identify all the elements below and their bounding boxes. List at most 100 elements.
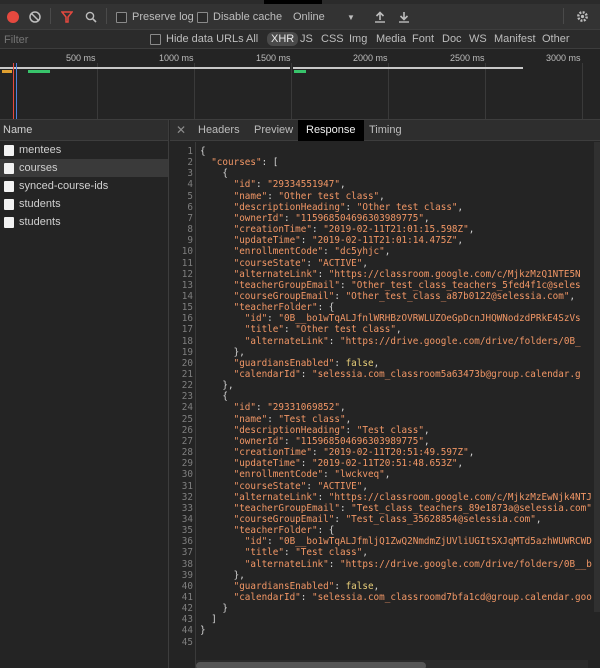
filter-type-manifest[interactable]: Manifest [494, 33, 536, 45]
line-number: 22 [181, 380, 193, 392]
filter-type-img[interactable]: Img [349, 33, 367, 45]
line-number: 32 [181, 491, 193, 503]
hide-data-urls-checkbox[interactable]: Hide data URLs [150, 33, 244, 45]
request-name: mentees [19, 144, 62, 156]
preserve-log-label: Preserve log [132, 11, 194, 23]
line-content: "enrollmentCode": "lwckveq", [233, 469, 391, 481]
line-content: "courseGroupEmail": "Other_test_class_a8… [233, 290, 576, 302]
detail-tabs: ✕ Headers Preview Response Timing [170, 120, 600, 141]
line-number: 16 [181, 313, 193, 325]
request-name: students [19, 198, 61, 210]
filter-type-doc[interactable]: Doc [442, 33, 462, 45]
line-number: 23 [181, 391, 193, 403]
line-number: 18 [181, 335, 193, 347]
line-content: "updateTime": "2019-02-11T20:51:48.653Z"… [233, 458, 464, 470]
line-number: 25 [181, 413, 193, 425]
line-number: 37 [181, 547, 193, 559]
load-marker [13, 63, 14, 119]
line-number: 19 [181, 346, 193, 358]
filter-type-js[interactable]: JS [300, 33, 313, 45]
request-name: students [19, 216, 61, 228]
filter-type-all[interactable]: All [246, 33, 258, 45]
line-content: "id": "0B__bo1wTqALJfnlWRHBzOVRWLUZOeGpD… [244, 313, 581, 325]
line-number: 20 [181, 357, 193, 369]
tab-headers[interactable]: Headers [190, 120, 248, 141]
name-column-header[interactable]: Name [0, 120, 168, 141]
document-icon [4, 216, 14, 228]
line-number: 9 [187, 235, 193, 247]
line-content: "alternateLink": "https://classroom.goog… [233, 268, 581, 280]
settings-gear-icon[interactable] [576, 10, 589, 23]
line-content: "enrollmentCode": "dc5yhjc", [233, 246, 391, 258]
checkbox-box[interactable] [116, 11, 127, 23]
clear-icon[interactable] [29, 11, 41, 23]
filter-type-ws[interactable]: WS [469, 33, 487, 45]
request-row-students[interactable]: students [0, 195, 168, 213]
line-content: "title": "Other test class", [244, 324, 402, 336]
line-content: "creationTime": "2019-02-11T21:01:15.598… [233, 224, 475, 236]
checkbox-box[interactable] [150, 33, 161, 45]
line-number: 13 [181, 279, 193, 291]
import-icon[interactable] [374, 10, 386, 23]
line-number: 8 [187, 224, 193, 236]
filter-type-media[interactable]: Media [376, 33, 406, 45]
throttling-select[interactable]: Online ▼ [293, 9, 355, 25]
line-number: 2 [187, 157, 193, 169]
request-row-synced-course-ids[interactable]: synced-course-ids [0, 177, 168, 195]
response-body[interactable]: 1 {2 "courses": [3 {4 "id": "29334551947"… [170, 142, 600, 668]
line-content: "courseState": "ACTIVE", [233, 480, 368, 492]
request-row-courses[interactable]: courses [0, 159, 168, 177]
filter-input[interactable] [1, 32, 141, 47]
record-icon[interactable] [7, 11, 19, 23]
filter-icon[interactable] [61, 11, 73, 23]
line-number: 6 [187, 201, 193, 213]
tick-label: 1000 ms [159, 53, 194, 63]
line-number: 41 [181, 592, 193, 603]
line-number: 27 [181, 435, 193, 447]
line-content: "teacherFolder": { [233, 302, 335, 314]
timeline-overview[interactable]: 500 ms 1000 ms 1500 ms 2000 ms 2500 ms 3… [0, 49, 600, 120]
close-icon[interactable]: ✕ [176, 120, 186, 141]
line-number: 4 [187, 179, 193, 191]
line-content: "teacherFolder": { [233, 525, 335, 537]
filter-type-other[interactable]: Other [542, 33, 570, 45]
export-icon[interactable] [398, 10, 410, 23]
search-icon[interactable] [85, 11, 97, 23]
filter-type-font[interactable]: Font [412, 33, 434, 45]
preserve-log-checkbox[interactable]: Preserve log [116, 9, 194, 25]
line-content: "updateTime": "2019-02-11T21:01:14.475Z"… [233, 235, 464, 247]
document-icon [4, 162, 14, 174]
line-number: 24 [181, 402, 193, 414]
tick-label: 2500 ms [450, 53, 485, 63]
disable-cache-checkbox[interactable]: Disable cache [197, 9, 282, 25]
filter-type-css[interactable]: CSS [321, 33, 344, 45]
line-content: "alternateLink": "https://drive.google.c… [244, 558, 592, 570]
line-content: }, [222, 380, 234, 392]
tab-strip [0, 0, 600, 4]
network-toolbar: Preserve log Disable cache Online ▼ [0, 0, 600, 30]
line-content: }, [233, 569, 245, 581]
tab-response[interactable]: Response [298, 120, 364, 141]
tab-preview[interactable]: Preview [246, 120, 301, 141]
horizontal-scrollbar[interactable] [196, 660, 588, 668]
filter-type-xhr[interactable]: XHR [267, 32, 299, 46]
line-number: 10 [181, 246, 193, 258]
request-row-mentees[interactable]: mentees [0, 141, 168, 159]
checkbox-box[interactable] [197, 11, 208, 23]
disable-cache-label: Disable cache [213, 11, 283, 23]
line-content: } [200, 625, 206, 637]
request-row-students[interactable]: students [0, 213, 168, 231]
line-number: 7 [187, 212, 193, 224]
throttling-value: Online [293, 11, 325, 23]
tab-timing[interactable]: Timing [361, 120, 410, 141]
vertical-scrollbar[interactable] [594, 142, 600, 612]
line-content: "descriptionHeading": "Other test class"… [233, 201, 464, 213]
line-number: 38 [181, 558, 193, 570]
line-content: "alternateLink": "https://classroom.goog… [233, 491, 592, 503]
line-content: ] [211, 614, 217, 626]
line-content: "calendarId": "selessia.com_classroomd7b… [233, 592, 592, 603]
line-number: 14 [181, 290, 193, 302]
line-content: "id": "0B__bo1wTqALJfmljQ1ZwQ2NmdmZjUVli… [244, 536, 592, 548]
line-content: "teacherGroupEmail": "Other_test_class_t… [233, 279, 581, 291]
line-number: 15 [181, 302, 193, 314]
